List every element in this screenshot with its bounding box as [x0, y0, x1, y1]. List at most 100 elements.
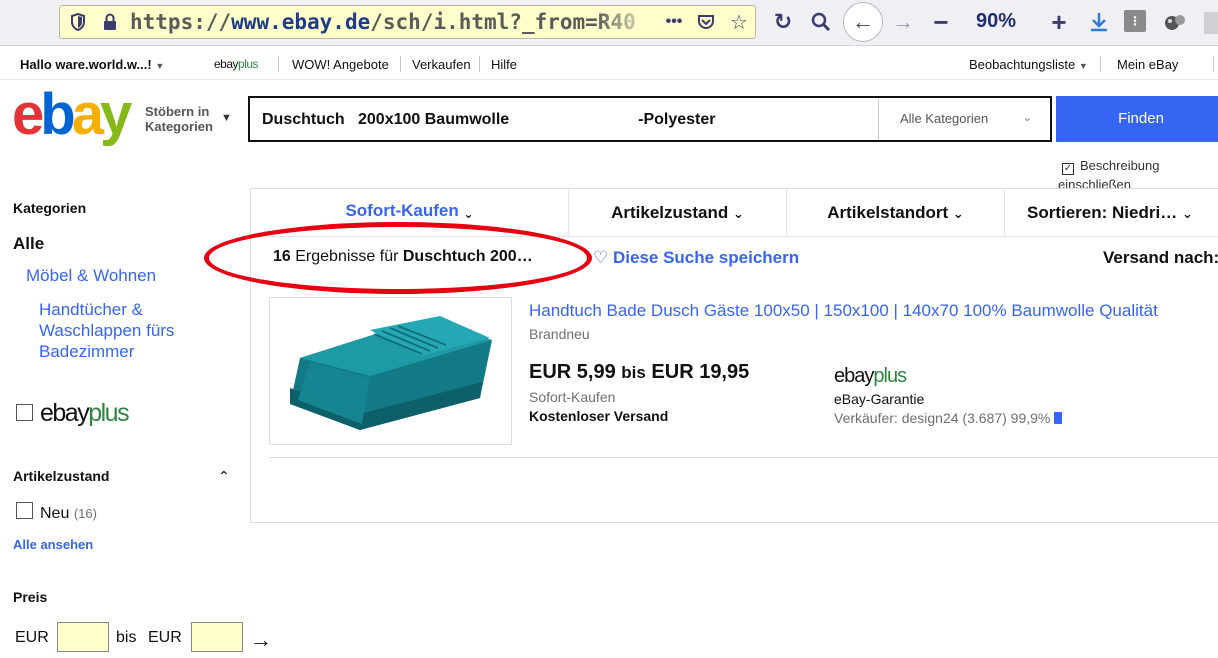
search-input[interactable]: Duschtuch 200x100 Baumwolle -Polyester A… [248, 96, 1052, 142]
back-icon[interactable]: ← [843, 2, 883, 42]
results-count-query: Duschtuch 200… [402, 248, 533, 265]
price-from-currency: EUR [15, 629, 49, 646]
chevron-down-icon: ⌄ [463, 207, 474, 221]
item-image[interactable] [269, 297, 512, 445]
shield-icon[interactable] [68, 12, 88, 32]
price-max-input[interactable] [191, 622, 243, 652]
see-all-link[interactable]: Alle ansehen [13, 537, 93, 552]
my-ebay-link[interactable]: Mein eBay [1117, 57, 1178, 72]
filter-location-label: Artikelstandort [827, 203, 949, 222]
zoom-level[interactable]: 90% [976, 10, 1016, 33]
save-search-text: Diese Suche speichern [612, 248, 800, 267]
pocket-icon[interactable] [696, 12, 716, 32]
url-fade [595, 6, 655, 38]
shop-by-line-2: Kategorien [145, 119, 213, 134]
item-condition: Brandneu [529, 326, 590, 342]
categories-heading: Kategorien [13, 200, 87, 216]
filter-condition[interactable]: Artikelzustand ⌄ [569, 189, 787, 237]
zoom-out-icon[interactable]: − [928, 7, 954, 37]
bookmark-star-icon[interactable]: ☆ [728, 11, 750, 34]
ship-to-label[interactable]: Versand nach: [1103, 248, 1218, 268]
price-to-label: bis [116, 629, 137, 646]
sort-dropdown[interactable]: Sortieren: Niedri… ⌄ [1005, 189, 1218, 237]
results-panel: Sofort-Kaufen ⌄ Artikelzustand ⌄ Artikel… [250, 188, 1218, 523]
ebayplus-link[interactable]: ebayplus [214, 57, 259, 71]
category-furniture-living[interactable]: Möbel & Wohnen [26, 266, 156, 286]
ebayplus-filter-checkbox[interactable] [16, 404, 33, 421]
category-all[interactable]: Alle [13, 234, 44, 254]
forward-icon[interactable]: → [890, 9, 916, 35]
results-count: 16 Ergebnisse für Duschtuch 200… [273, 248, 533, 266]
condition-new-text: Neu [40, 505, 70, 522]
ebay-logo[interactable]: ebay [12, 86, 132, 144]
condition-heading[interactable]: Artikelzustand [13, 468, 109, 484]
extension-balls-icon[interactable] [1162, 9, 1188, 35]
find-button[interactable]: Finden [1056, 96, 1218, 142]
chevron-up-icon[interactable]: ⌃ [218, 468, 230, 485]
reload-icon[interactable]: ↻ [770, 9, 796, 35]
item-ebayplus-badge: ebayplus [834, 365, 907, 388]
item-guarantee: eBay-Garantie [834, 391, 925, 407]
nav-divider [479, 56, 480, 72]
caret-down-icon: ▼ [221, 112, 232, 124]
extension-icon[interactable]: ⋮ [1124, 10, 1146, 32]
save-search-link[interactable]: ♡ Diese Suche speichern [593, 248, 799, 268]
ebayplus-plus: plus [873, 365, 907, 387]
category-select[interactable]: Alle Kategorien ⌄ [878, 98, 1050, 140]
category-towels-line-2: Waschlappen fürs [39, 321, 175, 340]
search-icon[interactable] [808, 9, 834, 35]
filter-condition-label: Artikelzustand [611, 203, 729, 222]
lock-icon[interactable] [100, 12, 120, 32]
logo-a: a [71, 82, 104, 147]
watchlist-link[interactable]: Beobachtungsliste ▼ [969, 57, 1088, 72]
item-shipping: Kostenloser Versand [529, 408, 669, 424]
chevron-down-icon: ⌄ [732, 206, 744, 221]
chevron-down-icon: ⌄ [1022, 112, 1032, 124]
menu-icon[interactable] [1204, 12, 1218, 34]
greeting[interactable]: Hallo ware.world.w...! ▼ [20, 57, 164, 72]
item-seller: Verkäufer: design24 (3.687) 99,9% [834, 410, 1063, 426]
filter-location[interactable]: Artikelstandort ⌄ [787, 189, 1005, 237]
sell-link[interactable]: Verkaufen [412, 57, 471, 72]
category-towels[interactable]: Handtücher & Waschlappen fürs Badezimmer [39, 299, 174, 362]
page-actions-icon[interactable]: ••• [660, 12, 688, 32]
item-buy-format: Sofort-Kaufen [529, 389, 616, 405]
checkbox-checked-icon[interactable]: ✓ [1062, 163, 1074, 175]
help-link[interactable]: Hilfe [491, 57, 517, 72]
zoom-in-icon[interactable]: + [1046, 7, 1072, 37]
nav-divider [1100, 56, 1101, 72]
condition-new-checkbox[interactable] [16, 502, 33, 519]
logo-y: y [99, 82, 132, 147]
price-heading: Preis [13, 589, 48, 605]
item-price: EUR 5,99 bis EUR 19,95 [529, 361, 749, 384]
nav-divider [278, 56, 279, 72]
category-towels-line-1: Handtücher & [39, 300, 143, 319]
arrow-right-icon[interactable]: → [250, 627, 272, 653]
logo-e: e [12, 82, 44, 147]
ebay-top-nav: Hallo ware.world.w...! ▼ ebayplus WOW! A… [0, 47, 1218, 80]
results-count-text: Ergebnisse für [295, 248, 399, 265]
sort-label: Sortieren: Niedri… [1027, 203, 1178, 222]
url-host: www.ebay.de [231, 10, 371, 34]
shop-by-line-1: Stöbern in [145, 104, 210, 119]
download-icon[interactable] [1086, 9, 1112, 35]
url-scheme: https:// [130, 10, 232, 34]
ebayplus-filter-label: ebayplus [40, 399, 130, 428]
ebayplus-plus: plus [88, 399, 129, 427]
watchlist-text: Beobachtungsliste [969, 57, 1076, 72]
item-title-link[interactable]: Handtuch Bade Dusch Gäste 100x50 | 150x1… [529, 301, 1158, 321]
nav-divider [400, 56, 401, 72]
chevron-down-icon: ⌄ [952, 206, 964, 221]
top-seller-badge-icon [1054, 412, 1063, 424]
chevron-down-icon: ⌄ [1181, 206, 1193, 221]
category-towels-line-3: Badezimmer [39, 342, 135, 361]
url-text[interactable]: https://www.ebay.de/sch/i.html?_from=R40 [130, 10, 636, 34]
shop-by-category[interactable]: Stöbern in Kategorien ▼ [145, 104, 232, 134]
item-divider [269, 457, 1218, 458]
filter-buy-it-now[interactable]: Sofort-Kaufen ⌄ [251, 189, 569, 237]
ebayplus-plus: plus [238, 57, 259, 71]
heart-icon: ♡ [593, 248, 609, 267]
url-bar[interactable]: https://www.ebay.de/sch/i.html?_from=R40… [59, 5, 756, 39]
price-min-input[interactable] [57, 622, 109, 652]
wow-deals-link[interactable]: WOW! Angebote [292, 57, 389, 72]
